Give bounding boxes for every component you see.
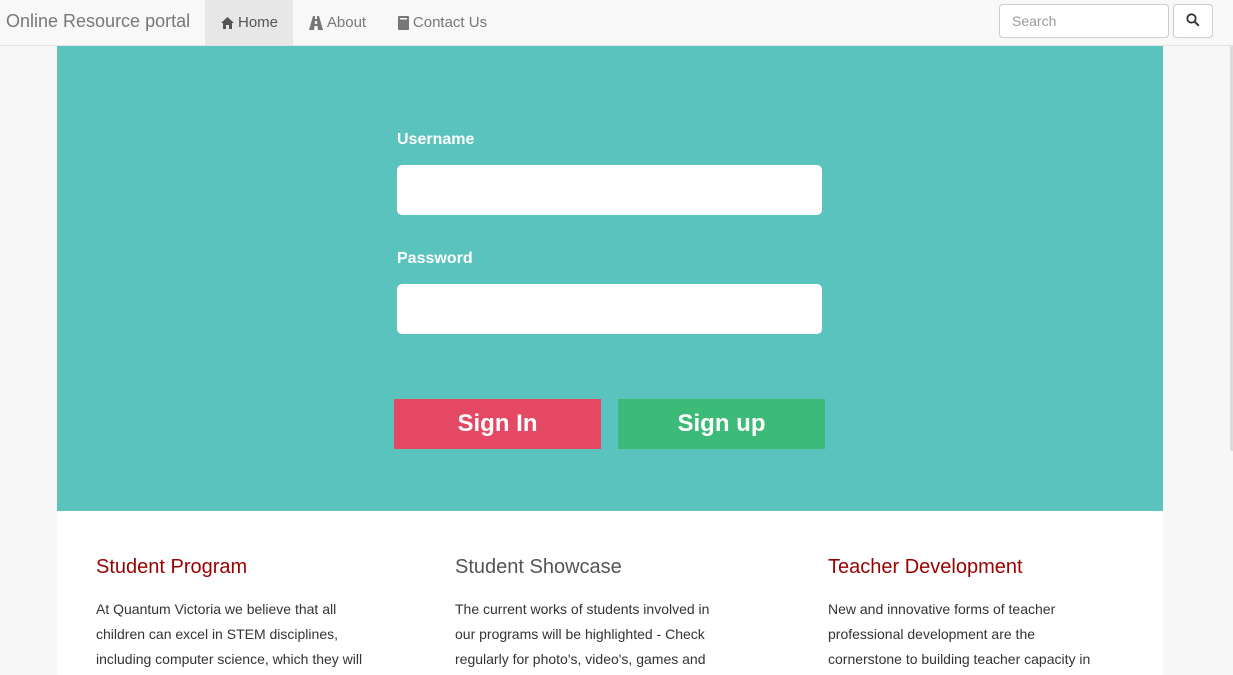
- username-input[interactable]: [397, 165, 822, 215]
- nav-contact[interactable]: Contact Us: [392, 0, 492, 45]
- brand-link[interactable]: Online Resource portal: [6, 11, 190, 31]
- username-label: Username: [397, 131, 475, 148]
- home-icon: [220, 16, 235, 30]
- login-hero: Username Password Sign In Sign up: [57, 46, 1163, 511]
- content-section: Student Program At Quantum Victoria we b…: [57, 511, 1163, 675]
- student-showcase-column: Student Showcase The current works of st…: [455, 555, 755, 672]
- nav-about[interactable]: About: [304, 0, 370, 45]
- sign-in-button[interactable]: Sign In: [394, 399, 601, 449]
- road-icon: [308, 15, 324, 30]
- teacher-development-heading[interactable]: Teacher Development: [828, 555, 1128, 579]
- search-icon: [1186, 12, 1200, 30]
- student-showcase-text: The current works of students involved i…: [455, 601, 710, 667]
- search-input[interactable]: [999, 4, 1169, 38]
- password-input[interactable]: [397, 284, 822, 334]
- teacher-development-text: New and innovative forms of teacher prof…: [828, 601, 1091, 667]
- student-showcase-heading: Student Showcase: [455, 556, 622, 578]
- student-program-column: Student Program At Quantum Victoria we b…: [96, 555, 396, 672]
- teacher-development-column: Teacher Development New and innovative f…: [828, 555, 1128, 672]
- nav-contact-label: Contact Us: [412, 14, 488, 31]
- student-program-text: At Quantum Victoria we believe that all …: [96, 601, 363, 667]
- sign-up-button[interactable]: Sign up: [618, 399, 825, 449]
- navbar: Online Resource portal Home About Contac…: [0, 0, 1233, 46]
- book-icon: [397, 15, 410, 30]
- search-button[interactable]: [1173, 4, 1213, 38]
- nav-about-label: About: [326, 14, 367, 31]
- password-label: Password: [397, 250, 473, 267]
- nav-home[interactable]: Home: [205, 0, 293, 45]
- student-program-heading[interactable]: Student Program: [96, 555, 396, 579]
- nav-home-label: Home: [237, 14, 278, 31]
